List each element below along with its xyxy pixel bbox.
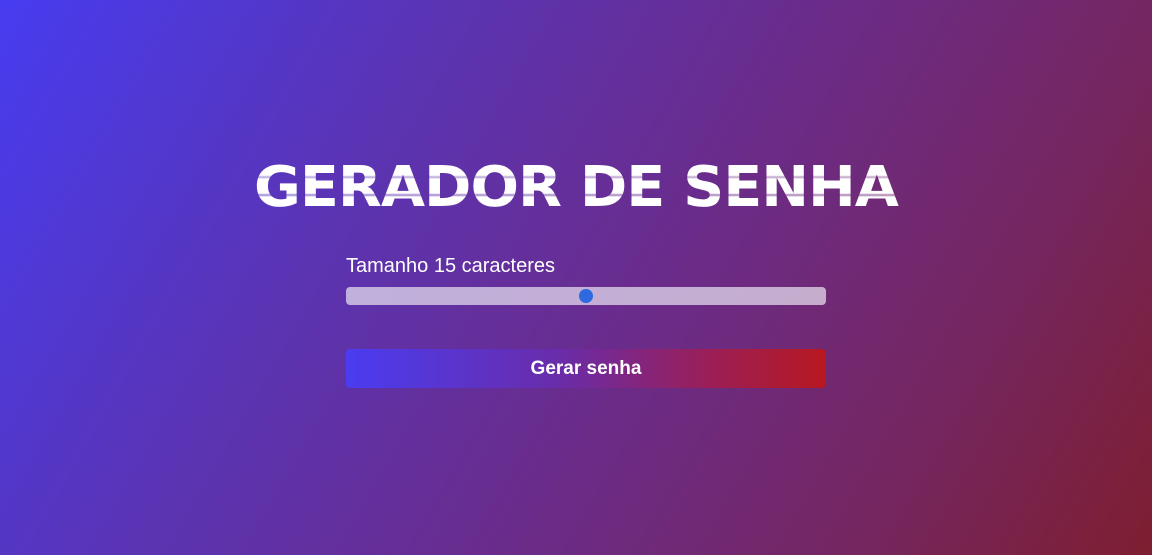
length-label: Tamanho 15 caracteres <box>346 255 556 277</box>
slider-thumb[interactable] <box>579 289 593 303</box>
page-title: GERADOR DE SENHA <box>0 156 1152 220</box>
length-slider[interactable] <box>346 287 826 305</box>
password-generator: GERADOR DE SENHA Tamanho 15 caracteres G… <box>0 0 1152 555</box>
generate-password-button[interactable]: Gerar senha <box>346 349 826 388</box>
